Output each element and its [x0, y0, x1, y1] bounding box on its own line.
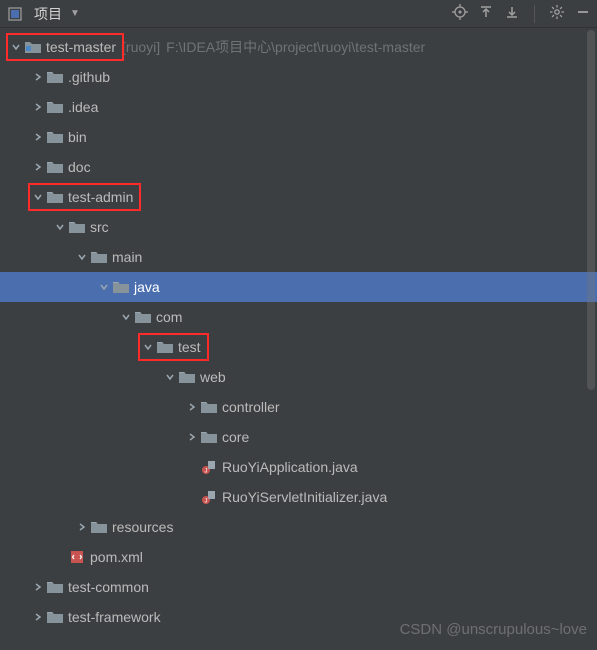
chevron-right-icon[interactable]: [30, 99, 46, 115]
tree-row[interactable]: src: [0, 212, 597, 242]
chevron-down-icon[interactable]: [162, 369, 178, 385]
tree-row[interactable]: test-master [ruoyi] F:\IDEA项目中心\project\ru…: [0, 32, 597, 62]
folder-icon: [46, 608, 64, 626]
tree-row[interactable]: doc: [0, 152, 597, 182]
tree-row[interactable]: test: [0, 332, 597, 362]
tree-row[interactable]: test-common: [0, 572, 597, 602]
tree-row[interactable]: web: [0, 362, 597, 392]
folder-icon: [90, 518, 108, 536]
tree-row[interactable]: controller: [0, 392, 597, 422]
tree-row[interactable]: .idea: [0, 92, 597, 122]
tree-item-label: pom.xml: [90, 549, 143, 565]
tree-row[interactable]: J RuoYiServletInitializer.java: [0, 482, 597, 512]
chevron-down-icon[interactable]: [118, 309, 134, 325]
folder-icon: [46, 98, 64, 116]
chevron-right-icon[interactable]: [30, 69, 46, 85]
tree-item-label: com: [156, 309, 182, 325]
tree-row[interactable]: main: [0, 242, 597, 272]
folder-icon: [46, 158, 64, 176]
folder-icon: [46, 68, 64, 86]
tree-row[interactable]: core: [0, 422, 597, 452]
chevron-down-icon[interactable]: [74, 249, 90, 265]
tree-item-label: .github: [68, 69, 110, 85]
dropdown-arrow-icon[interactable]: ▼: [70, 8, 80, 19]
folder-icon: [68, 218, 86, 236]
folder-icon: [200, 398, 218, 416]
tree-item-label: test-framework: [68, 609, 161, 625]
chevron-down-icon[interactable]: [52, 219, 68, 235]
java-icon: J: [200, 458, 218, 476]
tree-item-label: resources: [112, 519, 173, 535]
tree-row[interactable]: test-framework: [0, 602, 597, 632]
tree-row[interactable]: test-admin: [0, 182, 597, 212]
panel-title[interactable]: 项目: [34, 4, 62, 24]
header-separator: [534, 5, 535, 23]
tree-item-label: web: [200, 369, 226, 385]
tree-row[interactable]: java: [0, 272, 597, 302]
xml-icon: [68, 548, 86, 566]
tree-row[interactable]: .github: [0, 62, 597, 92]
tree-item-label: src: [90, 219, 109, 235]
project-icon: [24, 38, 42, 56]
folder-icon: [200, 428, 218, 446]
folder-icon: [46, 188, 64, 206]
tree-item-label: doc: [68, 159, 91, 175]
chevron-right-icon[interactable]: [30, 579, 46, 595]
project-panel-header: 项目 ▼: [0, 0, 597, 28]
folder-icon: [90, 248, 108, 266]
tree-item-label: test: [178, 339, 201, 355]
folder-icon: [46, 578, 64, 596]
chevron-down-icon[interactable]: [30, 189, 46, 205]
tree-item-suffix: [ruoyi]: [122, 39, 160, 55]
chevron-down-icon[interactable]: [8, 39, 24, 55]
scrollbar[interactable]: [587, 30, 595, 648]
folder-icon: [156, 338, 174, 356]
tree-item-label: RuoYiServletInitializer.java: [222, 489, 387, 505]
folder-icon: [46, 128, 64, 146]
tree-row[interactable]: pom.xml: [0, 542, 597, 572]
svg-text:J: J: [205, 499, 208, 505]
tree-row[interactable]: bin: [0, 122, 597, 152]
locate-icon[interactable]: [452, 4, 468, 23]
tree-item-label: test-admin: [68, 189, 133, 205]
tree-item-label: core: [222, 429, 249, 445]
tree-item-label: .idea: [68, 99, 98, 115]
chevron-right-icon[interactable]: [30, 609, 46, 625]
chevron-right-icon[interactable]: [30, 159, 46, 175]
svg-text:J: J: [205, 469, 208, 475]
java-icon: J: [200, 488, 218, 506]
tree-item-label: main: [112, 249, 142, 265]
chevron-down-icon[interactable]: [96, 279, 112, 295]
tree-row[interactable]: resources: [0, 512, 597, 542]
tree-row[interactable]: J RuoYiApplication.java: [0, 452, 597, 482]
tree-item-label: test-master: [46, 39, 116, 55]
collapse-all-icon[interactable]: [504, 4, 520, 23]
folder-icon: [178, 368, 196, 386]
chevron-right-icon[interactable]: [74, 519, 90, 535]
chevron-right-icon[interactable]: [30, 129, 46, 145]
gear-icon[interactable]: [549, 4, 565, 23]
tree-item-label: RuoYiApplication.java: [222, 459, 358, 475]
chevron-down-icon[interactable]: [140, 339, 156, 355]
folder-icon: [134, 308, 152, 326]
chevron-right-icon[interactable]: [184, 429, 200, 445]
tree-item-label: controller: [222, 399, 280, 415]
folder-icon: [112, 278, 130, 296]
project-view-icon: [6, 5, 24, 23]
chevron-right-icon[interactable]: [184, 399, 200, 415]
scrollbar-thumb[interactable]: [587, 30, 595, 390]
tree-item-path: F:\IDEA项目中心\project\ruoyi\test-master: [166, 37, 425, 57]
tree-row[interactable]: com: [0, 302, 597, 332]
minimize-icon[interactable]: [575, 4, 591, 23]
tree-item-label: java: [134, 279, 160, 295]
project-tree[interactable]: test-master [ruoyi] F:\IDEA项目中心\project\ru…: [0, 28, 597, 632]
expand-all-icon[interactable]: [478, 4, 494, 23]
tree-item-label: bin: [68, 129, 87, 145]
tree-item-label: test-common: [68, 579, 149, 595]
